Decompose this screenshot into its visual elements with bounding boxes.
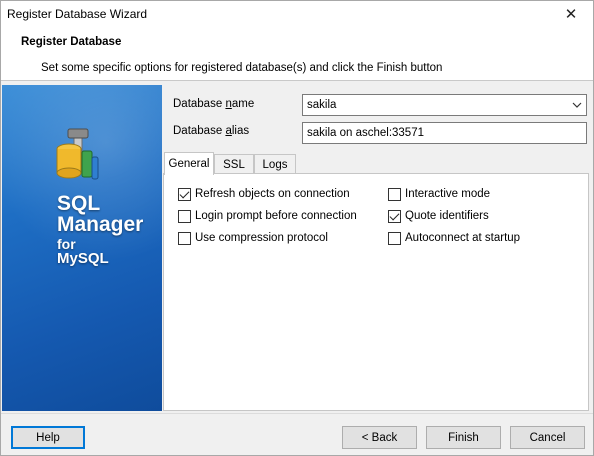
checkbox-box[interactable] xyxy=(178,187,191,201)
label-part: Database xyxy=(173,98,226,110)
options-tabs: General SSL Logs xyxy=(163,152,593,175)
checkbox-box[interactable] xyxy=(178,231,191,245)
label-part: ame xyxy=(231,98,255,110)
login-prompt-checkbox[interactable]: Login prompt before connection xyxy=(178,208,357,224)
general-tab-panel: Refresh objects on connection Interactiv… xyxy=(163,173,589,411)
tab-general[interactable]: General xyxy=(164,152,214,175)
checkbox-label: Refresh objects on connection xyxy=(195,188,350,200)
checkbox-box[interactable] xyxy=(388,187,401,201)
title-bar: Register Database Wizard ✕ xyxy=(1,1,593,27)
checkbox-label: Autoconnect at startup xyxy=(405,232,521,244)
checkbox-label: Login prompt before connection xyxy=(195,210,357,222)
autoconnect-checkbox[interactable]: Autoconnect at startup xyxy=(388,230,520,246)
quote-identifiers-checkbox[interactable]: Quote identifiers xyxy=(388,208,489,224)
database-tools-icon xyxy=(56,128,99,180)
back-button[interactable]: < Back xyxy=(342,426,417,449)
database-name-combo[interactable]: sakila xyxy=(302,94,587,116)
chevron-down-icon[interactable] xyxy=(568,95,586,115)
product-line-sql: SQL xyxy=(57,192,101,215)
product-banner: SQL Manager for MySQL xyxy=(2,85,162,411)
database-name-value: sakila xyxy=(307,99,337,111)
database-alias-field[interactable]: sakila on aschel:33571 xyxy=(302,122,587,144)
database-alias-label: Database alias xyxy=(173,125,249,137)
checkbox-label: Interactive mode xyxy=(405,188,491,200)
page-subtitle: Set some specific options for registered… xyxy=(41,62,443,74)
label-part: Database xyxy=(173,125,226,137)
cancel-button[interactable]: Cancel xyxy=(510,426,585,449)
checkbox-label: Quote identifiers xyxy=(405,210,489,222)
compression-protocol-checkbox[interactable]: Use compression protocol xyxy=(178,230,328,246)
product-line-mysql: MySQL xyxy=(57,250,109,267)
help-button[interactable]: Help xyxy=(11,426,85,449)
checkbox-box[interactable] xyxy=(388,231,401,245)
wizard-header: Register Database Set some specific opti… xyxy=(1,27,593,81)
product-line-for: for xyxy=(57,236,76,252)
wizard-footer: Help < Back Finish Cancel xyxy=(1,413,593,455)
checkbox-box[interactable] xyxy=(388,209,401,223)
database-alias-value: sakila on aschel:33571 xyxy=(307,127,424,139)
page-title: Register Database xyxy=(21,36,122,48)
refresh-objects-checkbox[interactable]: Refresh objects on connection xyxy=(178,186,350,202)
tab-logs[interactable]: Logs xyxy=(254,154,296,174)
wizard-window: Register Database Wizard ✕ Register Data… xyxy=(0,0,594,456)
tab-ssl[interactable]: SSL xyxy=(214,154,254,174)
checkbox-box[interactable] xyxy=(178,209,191,223)
interactive-mode-checkbox[interactable]: Interactive mode xyxy=(388,186,490,202)
database-name-label: Database name xyxy=(173,98,254,110)
product-name: SQL Manager for MySQL xyxy=(57,193,143,266)
window-title: Register Database Wizard xyxy=(7,7,148,21)
finish-button[interactable]: Finish xyxy=(426,426,501,449)
label-part: lias xyxy=(231,125,250,137)
wizard-content: Database name sakila Database alias saki… xyxy=(163,85,593,411)
product-line-manager: Manager xyxy=(57,213,144,236)
close-icon[interactable]: ✕ xyxy=(549,1,593,27)
checkbox-label: Use compression protocol xyxy=(195,232,328,244)
